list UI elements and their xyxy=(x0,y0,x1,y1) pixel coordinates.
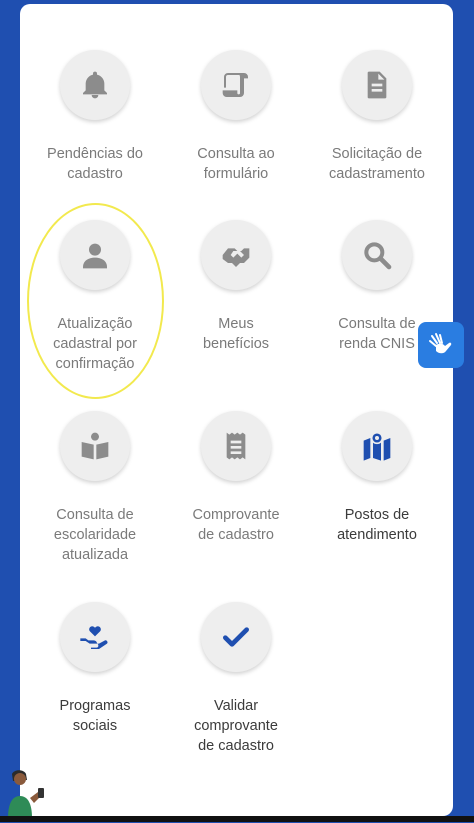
tile-consulta-escolaridade[interactable]: Consulta de escolaridade atualizada xyxy=(25,411,165,565)
tile-label: Validar comprovante de cadastro xyxy=(194,698,278,754)
search-icon xyxy=(364,242,392,270)
person-avatar-icon xyxy=(8,770,44,818)
assistant-avatar[interactable] xyxy=(4,768,50,818)
tile-label: Programas sociais xyxy=(59,698,131,734)
tile-label: Postos de atendimento xyxy=(337,507,417,543)
tile-programas-sociais[interactable]: Programas sociais xyxy=(25,602,165,736)
tile-circle xyxy=(342,50,412,120)
tile-atualizacao-cadastral[interactable]: Atualização cadastral por confirmação xyxy=(25,220,165,374)
tile-circle xyxy=(60,602,130,672)
sign-language-hands-icon xyxy=(429,333,452,354)
handshake-icon xyxy=(222,248,250,267)
check-icon xyxy=(223,627,249,647)
tile-label: Pendências do cadastro xyxy=(47,146,143,182)
tile-solicitacao-cadastramento[interactable]: Solicitação de cadastramento xyxy=(307,50,447,184)
document-icon xyxy=(367,71,387,99)
tile-label: Comprovante de cadastro xyxy=(192,507,280,543)
tile-circle xyxy=(201,220,271,290)
tile-circle xyxy=(201,602,271,672)
tile-circle xyxy=(201,411,271,481)
tile-label: Meus benefícios xyxy=(202,316,270,352)
tile-meus-beneficios[interactable]: Meus benefícios xyxy=(166,220,306,354)
tile-label: Solicitação de cadastramento xyxy=(329,146,425,182)
accessibility-button[interactable] xyxy=(418,322,464,368)
tile-pendencias-cadastro[interactable]: Pendências do cadastro xyxy=(25,50,165,184)
hand-heart-icon xyxy=(80,626,108,649)
tile-label: Consulta ao formulário xyxy=(197,146,275,182)
tile-postos-atendimento[interactable]: Postos de atendimento xyxy=(307,411,447,545)
tile-validar-comprovante[interactable]: Validar comprovante de cadastro xyxy=(166,602,306,756)
book-reader-icon xyxy=(81,432,109,460)
tile-circle xyxy=(342,411,412,481)
tile-circle xyxy=(60,220,130,290)
tile-circle xyxy=(342,220,412,290)
tile-circle xyxy=(201,50,271,120)
tile-comprovante-cadastro[interactable]: Comprovante de cadastro xyxy=(166,411,306,545)
person-icon xyxy=(83,243,107,269)
bottom-bar xyxy=(0,816,474,822)
tile-label: Consulta de escolaridade atualizada xyxy=(53,507,137,563)
tile-circle xyxy=(60,411,130,481)
receipt-icon xyxy=(226,432,246,460)
tile-label: Atualização cadastral por confirmação xyxy=(53,316,137,372)
map-location-icon xyxy=(363,431,391,461)
bell-icon xyxy=(83,71,107,99)
tile-circle xyxy=(60,50,130,120)
tile-consulta-formulario[interactable]: Consulta ao formulário xyxy=(166,50,306,184)
scroll-icon xyxy=(222,73,248,97)
